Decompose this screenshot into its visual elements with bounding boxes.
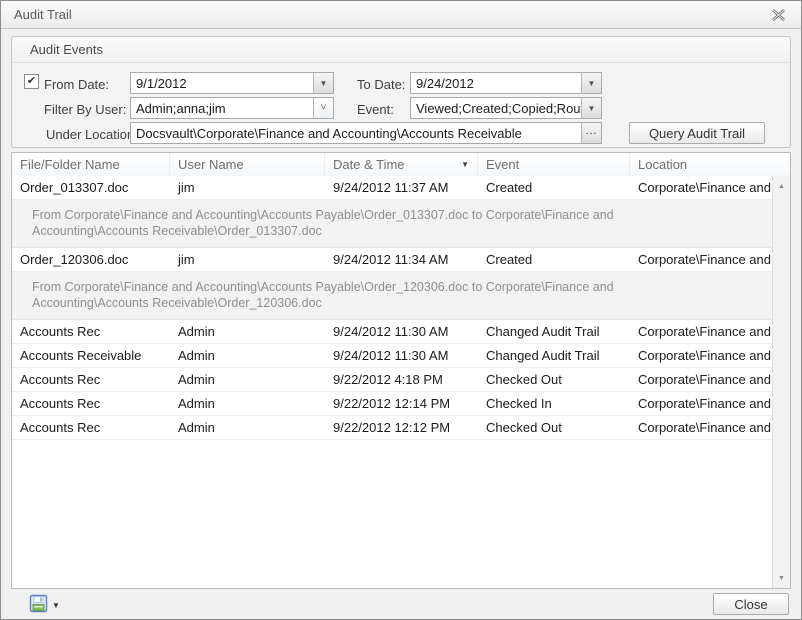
to-date-combo[interactable]: 9/24/2012 ▼ (410, 72, 602, 94)
cell-name: Order_013307.doc (12, 176, 170, 199)
column-header-date-time[interactable]: Date & Time ▼ (325, 153, 478, 176)
sort-descending-icon: ▼ (461, 160, 471, 169)
cell-location: Corporate\Finance and Ac (630, 416, 773, 439)
cell-location: Corporate\Finance and Ac (630, 392, 773, 415)
cell-user: Admin (170, 392, 325, 415)
cell-location: Corporate\Finance and Ac (630, 248, 773, 271)
cell-location: Corporate\Finance and Ac (630, 368, 773, 391)
audit-results-grid: File/Folder Name User Name Date & Time ▼… (11, 152, 791, 589)
cell-datetime: 9/24/2012 11:30 AM (325, 320, 478, 343)
under-location-label-wrap: Under Location: (46, 123, 138, 145)
cell-user: jim (170, 248, 325, 271)
window-title: Audit Trail (14, 7, 72, 22)
table-row[interactable]: Accounts RecAdmin9/22/2012 12:14 PMCheck… (12, 392, 773, 416)
event-label-wrap: Event: (357, 98, 394, 120)
cell-event: Checked Out (478, 416, 630, 439)
table-row-detail: From Corporate\Finance and Accounting\Ac… (12, 200, 773, 248)
query-audit-trail-button[interactable]: Query Audit Trail (629, 122, 765, 144)
table-row[interactable]: Accounts RecAdmin9/22/2012 12:12 PMCheck… (12, 416, 773, 440)
check-icon: ✔ (27, 75, 36, 87)
table-row-detail: From Corporate\Finance and Accounting\Ac… (12, 272, 773, 320)
cell-datetime: 9/24/2012 11:34 AM (325, 248, 478, 271)
cell-name: Accounts Rec (12, 320, 170, 343)
cell-event: Created (478, 248, 630, 271)
cell-user: Admin (170, 368, 325, 391)
grid-header-row: File/Folder Name User Name Date & Time ▼… (12, 153, 790, 177)
cell-datetime: 9/24/2012 11:37 AM (325, 176, 478, 199)
table-row[interactable]: Accounts ReceivableAdmin9/24/2012 11:30 … (12, 344, 773, 368)
cell-user: Admin (170, 416, 325, 439)
column-header-user-name[interactable]: User Name (170, 153, 325, 176)
export-dropdown-icon[interactable]: ▼ (52, 601, 60, 610)
cell-location: Corporate\Finance and Ac (630, 176, 773, 199)
under-location-field[interactable]: Docsvault\Corporate\Finance and Accounti… (130, 122, 602, 144)
footer-bar: ▼ Close (1, 589, 801, 619)
event-value: Viewed;Created;Copied;Routed (411, 98, 581, 118)
table-row[interactable]: Accounts RecAdmin9/24/2012 11:30 AMChang… (12, 320, 773, 344)
export-button[interactable]: ▼ (29, 594, 71, 616)
cell-user: Admin (170, 320, 325, 343)
table-row[interactable]: Accounts RecAdmin9/22/2012 4:18 PMChecke… (12, 368, 773, 392)
cell-event: Checked Out (478, 368, 630, 391)
to-date-label: To Date: (357, 77, 405, 92)
date-filter-checkbox[interactable]: ✔ (24, 74, 39, 89)
event-dropdown-icon[interactable]: ▼ (581, 98, 601, 118)
filter-by-user-value: Admin;anna;jim (131, 98, 313, 118)
event-combo[interactable]: Viewed;Created;Copied;Routed ▼ (410, 97, 602, 119)
from-date-dropdown-icon[interactable]: ▼ (313, 73, 333, 93)
cell-location: Corporate\Finance and Ac (630, 320, 773, 343)
cell-event: Created (478, 176, 630, 199)
cell-user: Admin (170, 344, 325, 367)
audit-events-header: Audit Events (12, 37, 790, 63)
column-header-location[interactable]: Location (630, 153, 790, 176)
cell-location: Corporate\Finance and Ac (630, 344, 773, 367)
event-label: Event: (357, 102, 394, 117)
table-row[interactable]: Order_013307.docjim9/24/2012 11:37 AMCre… (12, 176, 773, 200)
cell-name: Accounts Rec (12, 392, 170, 415)
audit-events-panel: Audit Events ✔ From Date: 9/1/2012 ▼ To … (11, 36, 791, 148)
table-body: Order_013307.docjim9/24/2012 11:37 AMCre… (12, 176, 773, 588)
to-date-value: 9/24/2012 (411, 73, 581, 93)
cell-event: Changed Audit Trail (478, 320, 630, 343)
scroll-down-icon[interactable]: ▼ (773, 570, 790, 586)
cell-datetime: 9/24/2012 11:30 AM (325, 344, 478, 367)
audit-trail-dialog: Audit Trail Audit Events ✔ From Date: 9/… (0, 0, 802, 620)
column-header-file-folder-name[interactable]: File/Folder Name (12, 153, 170, 176)
to-date-dropdown-icon[interactable]: ▼ (581, 73, 601, 93)
close-button[interactable]: Close (713, 593, 789, 615)
save-floppy-icon (29, 594, 48, 616)
panel-title: Audit Events (30, 42, 103, 57)
filter-user-label-wrap: Filter By User: (44, 98, 126, 120)
cell-user: jim (170, 176, 325, 199)
from-date-label-wrap: From Date: (44, 73, 109, 95)
vertical-scrollbar[interactable]: ▲ ▼ (772, 176, 790, 588)
cell-name: Accounts Receivable (12, 344, 170, 367)
browse-location-button[interactable]: … (581, 123, 601, 143)
filter-by-user-label: Filter By User: (44, 102, 126, 117)
close-icon[interactable] (769, 6, 787, 23)
title-bar: Audit Trail (1, 1, 801, 29)
cell-name: Order_120306.doc (12, 248, 170, 271)
table-row[interactable]: Order_120306.docjim9/24/2012 11:34 AMCre… (12, 248, 773, 272)
from-date-combo[interactable]: 9/1/2012 ▼ (130, 72, 334, 94)
filter-by-user-dropdown-icon[interactable]: ˅ (313, 98, 333, 118)
cell-name: Accounts Rec (12, 416, 170, 439)
under-location-value: Docsvault\Corporate\Finance and Accounti… (131, 123, 581, 143)
from-date-label: From Date: (44, 77, 109, 92)
scroll-up-icon[interactable]: ▲ (773, 178, 790, 194)
to-date-label-wrap: To Date: (357, 73, 405, 95)
under-location-label: Under Location: (46, 127, 138, 142)
cell-datetime: 9/22/2012 12:12 PM (325, 416, 478, 439)
from-date-value: 9/1/2012 (131, 73, 313, 93)
column-header-event[interactable]: Event (478, 153, 630, 176)
cell-event: Changed Audit Trail (478, 344, 630, 367)
filter-by-user-combo[interactable]: Admin;anna;jim ˅ (130, 97, 334, 119)
cell-event: Checked In (478, 392, 630, 415)
cell-datetime: 9/22/2012 12:14 PM (325, 392, 478, 415)
cell-name: Accounts Rec (12, 368, 170, 391)
cell-datetime: 9/22/2012 4:18 PM (325, 368, 478, 391)
